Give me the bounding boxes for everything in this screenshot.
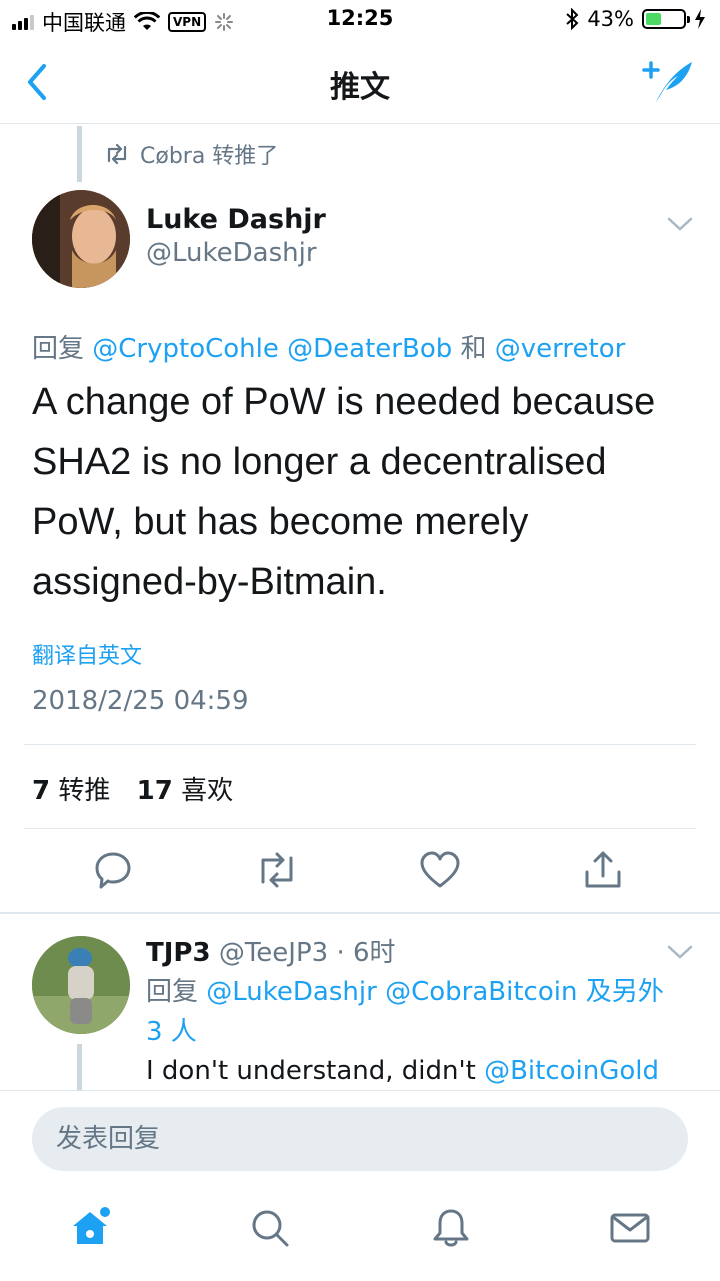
like-heart-icon[interactable] (418, 848, 462, 892)
tweet-timestamp: 2018/2/25 04:59 (32, 686, 249, 716)
reply-to-line: 回复 @LukeDashjr @CobraBitcoin 及另外 3 人 (146, 972, 686, 1052)
divider (24, 828, 696, 829)
bluetooth-icon (566, 8, 579, 30)
nav-bar: 推文 (0, 40, 720, 124)
translate-link[interactable]: 翻译自英文 (32, 638, 142, 670)
reply-header: TJP3 @TeeJP3 · 6时 (146, 932, 396, 969)
divider (0, 912, 720, 914)
retweets-label[interactable]: 转推 (58, 776, 110, 806)
author-name[interactable]: Luke Dashjr (146, 204, 326, 235)
reply-and: 和 (460, 334, 487, 364)
reply-input[interactable] (32, 1107, 688, 1171)
retweets-count[interactable]: 7 (32, 776, 50, 806)
share-icon[interactable] (581, 848, 625, 892)
avatar-image (32, 190, 130, 288)
retweet-icon (107, 144, 127, 164)
messages-mail-icon[interactable] (608, 1206, 652, 1250)
reply-to-line: 回复 @CryptoCohle @DeaterBob 和 @verretor (32, 328, 625, 365)
tweet-text: A change of PoW is needed because SHA2 i… (32, 381, 656, 603)
tab-bar (0, 1190, 720, 1281)
search-icon[interactable] (248, 1206, 292, 1250)
avatar[interactable] (32, 190, 130, 288)
reply-author-name[interactable]: TJP3 (146, 938, 211, 968)
mention-link[interactable]: @CryptoCohle (92, 334, 279, 364)
notifications-bell-icon[interactable] (429, 1206, 473, 1250)
avatar-image (32, 936, 130, 1034)
mention-link[interactable]: @LukeDashjr (206, 977, 377, 1007)
reply-text: I don't understand, didn't @BitcoinGold (146, 1056, 659, 1086)
mention-link[interactable]: @CobraBitcoin (385, 977, 577, 1007)
mention-link[interactable]: @verretor (495, 334, 626, 364)
chevron-down-icon[interactable] (665, 214, 695, 234)
mention-link[interactable]: @DeaterBob (287, 334, 452, 364)
tweet-stats: 7 转推 17 喜欢 (32, 770, 233, 807)
reply-compose-bar (0, 1090, 720, 1190)
reply-prefix: 回复 (32, 334, 85, 364)
charging-icon (695, 9, 705, 29)
reply-text-body: I don't understand, didn't (146, 1056, 476, 1086)
author-handle[interactable]: @LukeDashjr (146, 238, 317, 268)
status-bar: 中国联通 VPN 12:25 43% (0, 0, 720, 40)
chevron-down-icon[interactable] (665, 942, 695, 962)
retweet-action-icon[interactable] (255, 848, 299, 892)
thread-connector-line (77, 1044, 82, 1092)
reply-icon[interactable] (91, 848, 135, 892)
likes-count[interactable]: 17 (137, 776, 173, 806)
page-title: 推文 (330, 70, 390, 105)
reply-prefix: 回复 (146, 977, 199, 1007)
avatar[interactable] (32, 936, 130, 1034)
retweeted-by[interactable]: Cøbra 转推了 (104, 138, 278, 170)
home-icon[interactable] (68, 1206, 112, 1250)
retweeted-by-label: Cøbra 转推了 (140, 144, 279, 169)
mention-link[interactable]: @BitcoinGold (484, 1056, 659, 1086)
thread-connector-line (77, 126, 82, 182)
likes-label[interactable]: 喜欢 (181, 776, 233, 806)
battery-percent: 43% (587, 7, 634, 31)
divider (24, 744, 696, 745)
compose-tweet-icon[interactable] (640, 56, 696, 106)
battery-icon (642, 9, 690, 29)
reply-author-handle[interactable]: @TeeJP3 · 6时 (219, 938, 396, 968)
